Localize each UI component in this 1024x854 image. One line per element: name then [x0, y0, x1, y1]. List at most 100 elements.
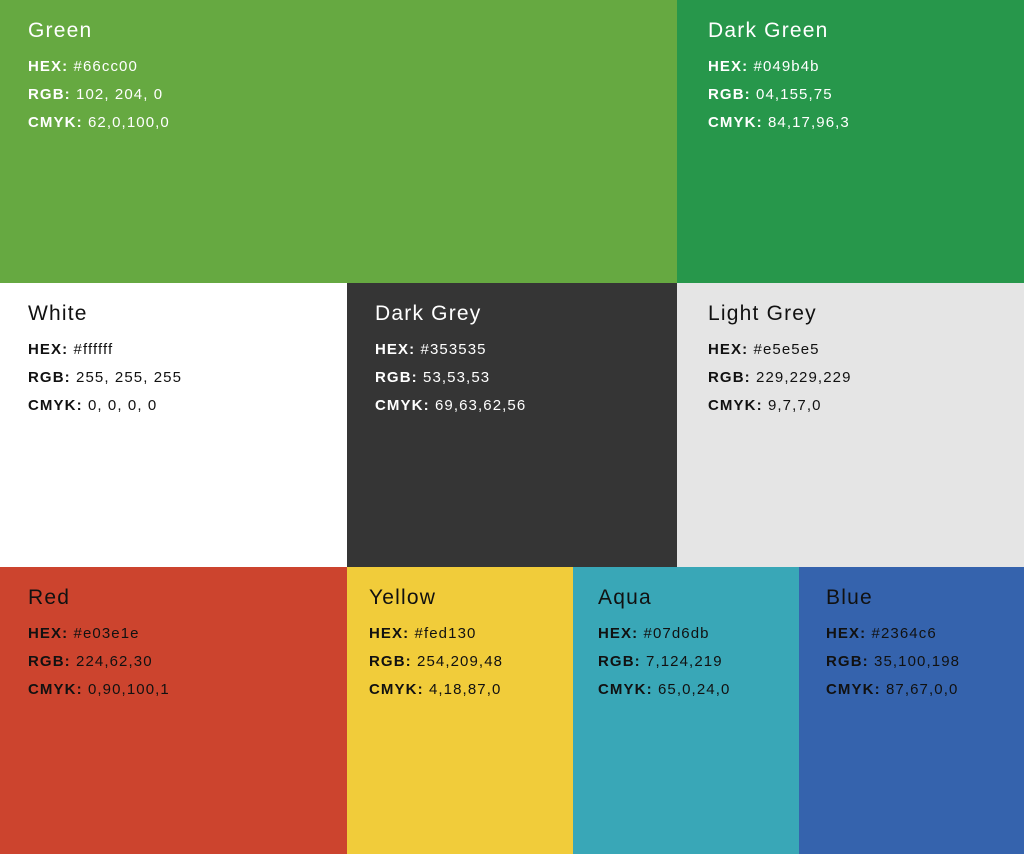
cmyk-value: 0, 0, 0, 0	[87, 397, 158, 414]
rgb-row: RGB: 102, 204, 0	[28, 81, 677, 109]
cmyk-label: CMYK:	[28, 114, 83, 131]
cmyk-label: CMYK:	[708, 114, 763, 131]
cmyk-label: CMYK:	[28, 681, 83, 698]
swatch-name: Red	[28, 586, 71, 609]
swatch-light-grey: Light Grey HEX: #e5e5e5 RGB: 229,229,229…	[677, 283, 1024, 567]
cmyk-value: 69,63,62,56	[434, 397, 527, 414]
rgb-label: RGB:	[28, 653, 71, 670]
cmyk-value: 9,7,7,0	[767, 397, 822, 414]
hex-label: HEX:	[369, 625, 410, 642]
rgb-label: RGB:	[708, 369, 751, 386]
swatch-green: Green HEX: #66cc00 RGB: 102, 204, 0 CMYK…	[0, 0, 677, 283]
rgb-label: RGB:	[826, 653, 869, 670]
hex-row: HEX: #e03e1e	[28, 620, 347, 648]
rgb-row: RGB: 254,209,48	[369, 648, 573, 676]
hex-value: #e03e1e	[73, 625, 140, 642]
hex-value: #2364c6	[871, 625, 937, 642]
rgb-value: 255, 255, 255	[76, 369, 183, 386]
swatch-name: Green	[28, 19, 93, 42]
hex-label: HEX:	[375, 341, 416, 358]
hex-value: #66cc00	[73, 58, 138, 75]
cmyk-value: 84,17,96,3	[767, 114, 850, 131]
rgb-value: 7,124,219	[646, 653, 723, 670]
hex-value: #fed130	[414, 625, 477, 642]
rgb-value: 102, 204, 0	[76, 86, 164, 103]
swatch-name: White	[28, 302, 88, 325]
rgb-label: RGB:	[375, 369, 418, 386]
cmyk-row: CMYK: 84,17,96,3	[708, 109, 1024, 137]
rgb-row: RGB: 7,124,219	[598, 648, 799, 676]
hex-label: HEX:	[598, 625, 639, 642]
hex-row: HEX: #353535	[375, 336, 677, 364]
rgb-value: 229,229,229	[756, 369, 852, 386]
hex-value: #353535	[420, 341, 487, 358]
hex-value: #049b4b	[753, 58, 820, 75]
swatch-blue: Blue HEX: #2364c6 RGB: 35,100,198 CMYK: …	[799, 567, 1024, 854]
swatch-dark-green: Dark Green HEX: #049b4b RGB: 04,155,75 C…	[677, 0, 1024, 283]
rgb-value: 254,209,48	[417, 653, 504, 670]
swatch-yellow: Yellow HEX: #fed130 RGB: 254,209,48 CMYK…	[347, 567, 573, 854]
swatch-name: Aqua	[598, 586, 652, 609]
cmyk-row: CMYK: 62,0,100,0	[28, 109, 677, 137]
hex-label: HEX:	[708, 58, 749, 75]
hex-row: HEX: #ffffff	[28, 336, 347, 364]
cmyk-label: CMYK:	[375, 397, 430, 414]
hex-label: HEX:	[826, 625, 867, 642]
hex-row: HEX: #fed130	[369, 620, 573, 648]
rgb-row: RGB: 224,62,30	[28, 648, 347, 676]
swatch-name: Dark Green	[708, 19, 829, 42]
cmyk-label: CMYK:	[28, 397, 83, 414]
rgb-label: RGB:	[28, 369, 71, 386]
cmyk-row: CMYK: 0,90,100,1	[28, 676, 347, 704]
swatch-dark-grey: Dark Grey HEX: #353535 RGB: 53,53,53 CMY…	[347, 283, 677, 567]
hex-value: #ffffff	[73, 341, 114, 358]
cmyk-value: 4,18,87,0	[428, 681, 502, 698]
cmyk-label: CMYK:	[708, 397, 763, 414]
rgb-row: RGB: 255, 255, 255	[28, 364, 347, 392]
hex-row: HEX: #049b4b	[708, 53, 1024, 81]
rgb-row: RGB: 53,53,53	[375, 364, 677, 392]
hex-row: HEX: #2364c6	[826, 620, 1024, 648]
hex-label: HEX:	[28, 625, 69, 642]
rgb-value: 04,155,75	[756, 86, 833, 103]
cmyk-row: CMYK: 4,18,87,0	[369, 676, 573, 704]
cmyk-value: 87,67,0,0	[885, 681, 959, 698]
swatch-aqua: Aqua HEX: #07d6db RGB: 7,124,219 CMYK: 6…	[573, 567, 799, 854]
rgb-label: RGB:	[369, 653, 412, 670]
cmyk-label: CMYK:	[826, 681, 881, 698]
hex-value: #e5e5e5	[753, 341, 820, 358]
hex-label: HEX:	[28, 341, 69, 358]
rgb-row: RGB: 229,229,229	[708, 364, 1024, 392]
rgb-value: 224,62,30	[76, 653, 153, 670]
hex-row: HEX: #07d6db	[598, 620, 799, 648]
cmyk-label: CMYK:	[369, 681, 424, 698]
rgb-label: RGB:	[598, 653, 641, 670]
swatch-white: White HEX: #ffffff RGB: 255, 255, 255 CM…	[0, 283, 347, 567]
hex-row: HEX: #66cc00	[28, 53, 677, 81]
hex-row: HEX: #e5e5e5	[708, 336, 1024, 364]
rgb-label: RGB:	[28, 86, 71, 103]
swatch-red: Red HEX: #e03e1e RGB: 224,62,30 CMYK: 0,…	[0, 567, 347, 854]
color-palette: Green HEX: #66cc00 RGB: 102, 204, 0 CMYK…	[0, 0, 1024, 854]
cmyk-row: CMYK: 9,7,7,0	[708, 392, 1024, 420]
rgb-label: RGB:	[708, 86, 751, 103]
cmyk-row: CMYK: 65,0,24,0	[598, 676, 799, 704]
hex-label: HEX:	[708, 341, 749, 358]
cmyk-value: 0,90,100,1	[87, 681, 170, 698]
cmyk-label: CMYK:	[598, 681, 653, 698]
cmyk-row: CMYK: 69,63,62,56	[375, 392, 677, 420]
cmyk-row: CMYK: 0, 0, 0, 0	[28, 392, 347, 420]
rgb-value: 35,100,198	[874, 653, 961, 670]
rgb-value: 53,53,53	[423, 369, 491, 386]
rgb-row: RGB: 04,155,75	[708, 81, 1024, 109]
rgb-row: RGB: 35,100,198	[826, 648, 1024, 676]
swatch-name: Yellow	[369, 586, 437, 609]
cmyk-row: CMYK: 87,67,0,0	[826, 676, 1024, 704]
hex-label: HEX:	[28, 58, 69, 75]
cmyk-value: 62,0,100,0	[87, 114, 170, 131]
swatch-name: Light Grey	[708, 302, 817, 325]
swatch-name: Dark Grey	[375, 302, 482, 325]
swatch-name: Blue	[826, 586, 873, 609]
cmyk-value: 65,0,24,0	[657, 681, 731, 698]
hex-value: #07d6db	[643, 625, 710, 642]
